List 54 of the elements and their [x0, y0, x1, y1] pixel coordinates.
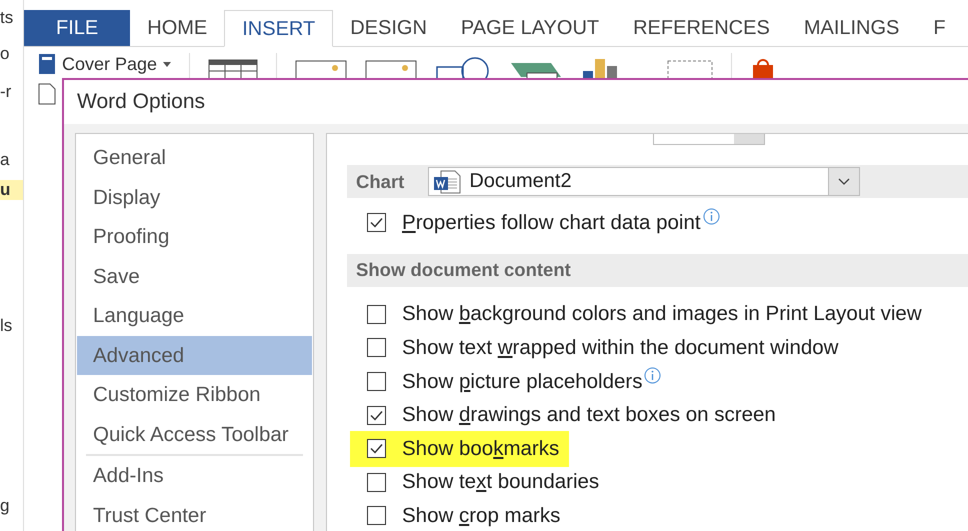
blank-page-icon[interactable] — [38, 83, 56, 105]
ribbon-tab[interactable]: F — [916, 10, 963, 46]
checkbox[interactable] — [367, 372, 386, 392]
ribbon-tab[interactable]: DESIGN — [333, 10, 444, 46]
section-heading: Show document content — [356, 259, 571, 282]
dropdown-field[interactable] — [653, 134, 765, 145]
document-text-fragment: o — [0, 44, 10, 64]
option-label[interactable]: Show drawings and text boxes on screen — [402, 403, 776, 428]
checkbox[interactable] — [367, 338, 386, 358]
option-label[interactable]: Show text wrapped within the document window — [402, 336, 838, 360]
document-dropdown[interactable]: Document2 — [428, 167, 860, 196]
option-label[interactable]: Show bookmarks — [402, 436, 560, 461]
ribbon-tab[interactable]: INSERT — [224, 10, 334, 47]
nav-item[interactable]: Customize Ribbon — [77, 375, 312, 414]
info-icon[interactable] — [644, 367, 662, 384]
option-label[interactable]: Properties follow chart data point — [402, 210, 701, 235]
option-label[interactable]: Show picture placeholders — [402, 370, 642, 394]
nav-item[interactable]: Quick Access Toolbar — [77, 414, 312, 454]
checkbox[interactable] — [367, 472, 386, 492]
ribbon-tab[interactable]: HOME — [130, 10, 224, 46]
nav-item[interactable]: Language — [77, 296, 312, 336]
chevron-down-icon — [838, 178, 850, 185]
document-text-fragment: g — [0, 496, 10, 516]
ribbon-tab[interactable]: REFERENCES — [616, 10, 787, 46]
ribbon-tab[interactable]: PAGE LAYOUT — [444, 10, 616, 46]
nav-item[interactable]: Add-Ins — [77, 456, 312, 496]
nav-item[interactable]: Trust Center — [77, 496, 312, 531]
nav-item[interactable]: Save — [77, 256, 312, 296]
cover-page-button[interactable]: Cover Page — [38, 53, 172, 75]
section-heading: Chart — [356, 170, 404, 192]
document-text-fragment: ls — [0, 316, 14, 336]
nav-item[interactable]: General — [77, 138, 312, 178]
ribbon-tab[interactable]: FILE — [24, 10, 130, 46]
document-text-fragment: ts — [0, 8, 14, 28]
checkbox[interactable] — [367, 304, 386, 324]
word-document-icon — [433, 170, 462, 194]
checkbox[interactable] — [367, 439, 386, 458]
checkbox[interactable] — [367, 213, 386, 232]
cover-page-icon — [38, 53, 56, 75]
option-label[interactable]: Show crop marks — [402, 504, 560, 528]
document-text-fragment: -r — [0, 82, 12, 102]
nav-item[interactable]: Proofing — [77, 217, 312, 256]
caret-icon — [163, 62, 172, 66]
table-icon[interactable] — [208, 57, 258, 79]
option-label[interactable]: Show background colors and images in Print Layout view — [402, 302, 922, 326]
nav-item[interactable]: Advanced — [77, 336, 312, 375]
option-label[interactable]: Show text boundaries — [402, 470, 600, 494]
document-text-fragment: a — [0, 150, 10, 170]
checkbox[interactable] — [367, 406, 386, 425]
nav-item[interactable]: Display — [77, 178, 312, 217]
document-text-fragment: u — [0, 180, 23, 200]
checkbox[interactable] — [367, 506, 386, 526]
ribbon-tab[interactable]: MAILINGS — [786, 10, 916, 46]
info-icon[interactable] — [702, 208, 720, 226]
